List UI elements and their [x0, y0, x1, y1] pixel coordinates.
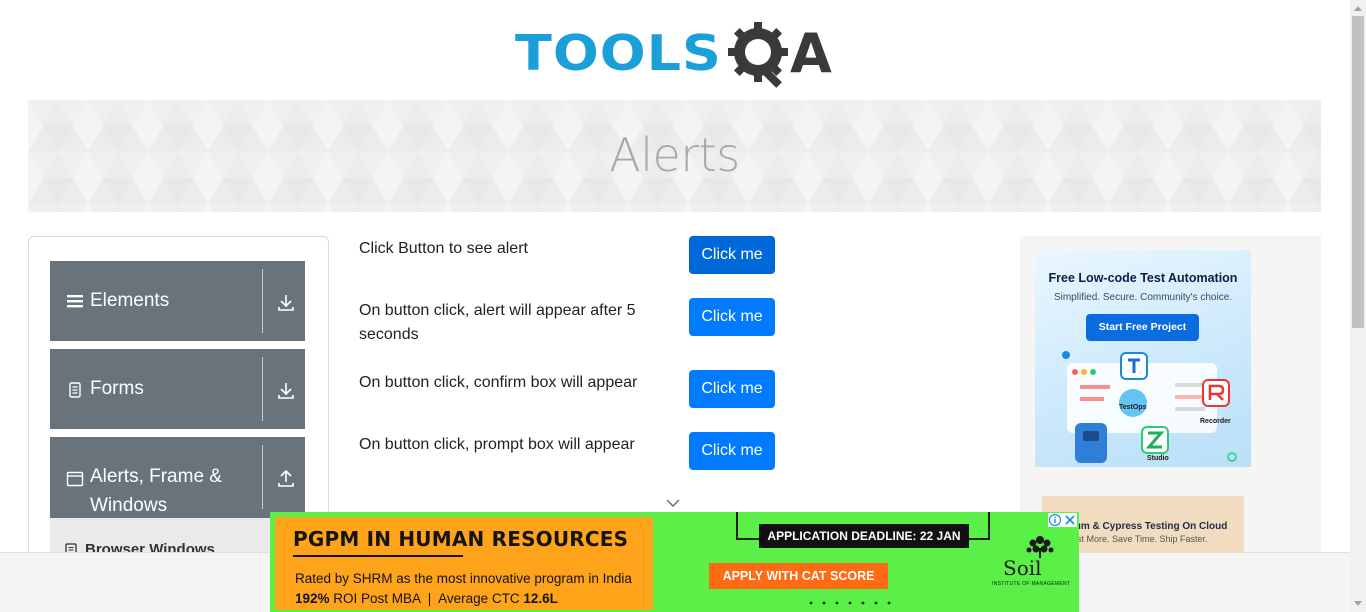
ad-label-recorder: Recorder	[1200, 418, 1231, 425]
group-divider	[262, 357, 263, 421]
group-divider	[262, 445, 263, 509]
ad-subtitle: Simplified. Secure. Community's choice.	[1053, 292, 1233, 303]
page-banner: Alerts	[28, 100, 1321, 212]
right-ad[interactable]: Free Low-code Test Automation Simplified…	[1020, 236, 1321, 556]
download-arrow-icon[interactable]	[277, 382, 295, 400]
scroll-up-arrow-icon[interactable]	[1354, 5, 1362, 11]
ad-title-underline	[293, 555, 463, 557]
confirm-button[interactable]: Click me	[689, 370, 775, 408]
sidebar-group-alerts-frame-windows[interactable]: Alerts, Frame & Windows	[50, 437, 305, 521]
ad2-subtitle: est More. Save Time. Ship Faster.	[1072, 534, 1208, 544]
toolsqa-logo[interactable]: TOOLS A	[515, 15, 840, 93]
logo-tools-text: TOOLS	[515, 25, 722, 82]
ad2-title: ium & Cypress Testing On Cloud	[1072, 521, 1228, 532]
ad-ctc-value: 12.6L	[523, 591, 558, 606]
sidebar-group-label: Elements	[90, 290, 170, 311]
timer-alert-row-label: On button click, alert will appear after…	[359, 299, 659, 347]
sidebar-group-label-line2: Windows	[90, 495, 168, 516]
ad-roi-text: ROI Post MBA | Average CTC	[329, 591, 524, 606]
ad-dots	[809, 601, 891, 605]
ad-brand-name: Soil	[1003, 556, 1042, 580]
sidebar-group-elements[interactable]: Elements	[50, 261, 305, 341]
ad-program-stats: 192% ROI Post MBA | Average CTC 12.6L	[295, 591, 558, 606]
ad-label-testops: TestOps	[1119, 404, 1147, 411]
prompt-button[interactable]: Click me	[689, 432, 775, 470]
start-free-project-button[interactable]: Start Free Project	[1086, 314, 1199, 341]
ad-label-studio: Studio	[1147, 455, 1169, 462]
sidebar-group-forms[interactable]: Forms	[50, 349, 305, 429]
timer-alert-label-line2: seconds	[359, 326, 419, 343]
menu-lines-icon	[67, 295, 83, 308]
logo-a-text: A	[789, 22, 832, 85]
page-title: Alerts	[609, 128, 740, 182]
download-arrow-icon[interactable]	[277, 294, 295, 312]
katalon-ad[interactable]: Free Low-code Test Automation Simplified…	[1035, 250, 1251, 467]
ad-roi-value: 192%	[295, 591, 330, 606]
upload-arrow-icon[interactable]	[277, 470, 295, 488]
prompt-row-label: On button click, prompt box will appear	[359, 436, 635, 453]
group-divider	[262, 269, 263, 333]
ad-program-rating: Rated by SHRM as the most innovative pro…	[295, 571, 632, 586]
ad-brand-subtitle: INSTITUTE OF MANAGEMENT	[992, 581, 1071, 587]
sidebar-group-label-line1: Alerts, Frame &	[90, 466, 222, 487]
sidebar-group-label: Forms	[90, 378, 144, 399]
document-icon	[69, 382, 81, 398]
timer-alert-label-line1: On button click, alert will appear after…	[359, 302, 636, 319]
ad-info-close-icons[interactable]	[1048, 513, 1077, 527]
scroll-down-arrow-icon[interactable]	[1354, 601, 1362, 607]
gear-magnifier-icon	[727, 22, 788, 88]
window-icon	[66, 471, 84, 487]
ad-choices[interactable]	[1048, 513, 1077, 527]
alert-button[interactable]: Click me	[689, 236, 775, 274]
ad-program-panel: PGPM IN HUMAN RESOURCES Rated by SHRM as…	[275, 517, 653, 610]
apply-with-cat-button[interactable]: APPLY WITH CAT SCORE	[709, 563, 888, 589]
alert-row-label: Click Button to see alert	[359, 240, 528, 257]
confirm-row-label: On button click, confirm box will appear	[359, 374, 638, 391]
ad-deadline-badge: APPLICATION DEADLINE: 22 JAN	[759, 524, 969, 548]
ad-program-title: PGPM IN HUMAN RESOURCES	[293, 527, 629, 551]
ad-title: Free Low-code Test Automation	[1048, 271, 1238, 285]
scrollbar-thumb[interactable]	[1352, 16, 1364, 328]
chevron-down-icon[interactable]	[666, 498, 680, 508]
timer-alert-button[interactable]: Click me	[689, 298, 775, 336]
bottom-ad-banner[interactable]: PGPM IN HUMAN RESOURCES Rated by SHRM as…	[270, 512, 1079, 612]
